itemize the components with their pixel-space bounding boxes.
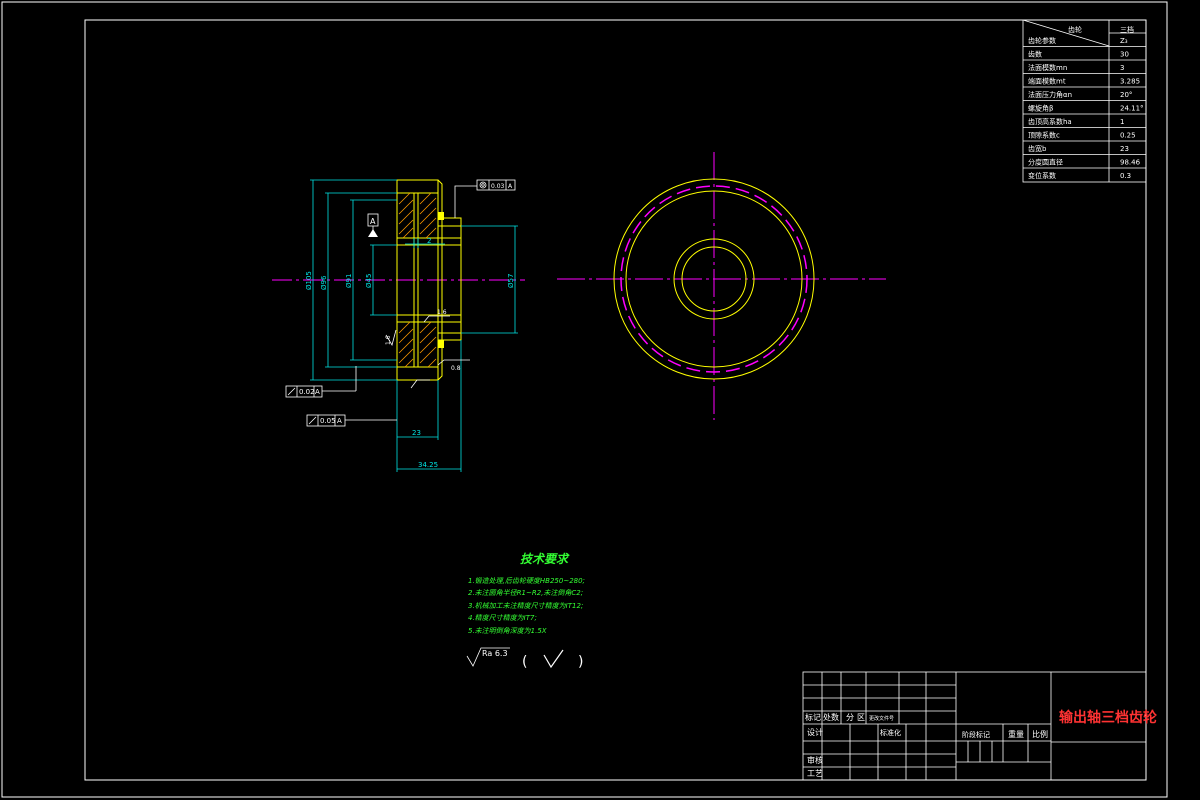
param-value: 1 [1120, 118, 1124, 126]
param-header-right: 三档 [1120, 25, 1134, 34]
section-view: Ø105 Ø96 Ø91 Ø45 Ø57 2 23 34.25 0.03 A A [272, 179, 525, 472]
sheet-border-outer [1, 1, 1168, 798]
tech-line-3: 3.机械加工未注精度尺寸精度为IT12; [468, 602, 583, 610]
front-view [557, 152, 886, 420]
drawing-title: 输出轴三档齿轮 [1059, 709, 1157, 726]
dim-2: 2 [427, 237, 431, 245]
param-label: 变位系数 [1028, 171, 1056, 180]
title-block-labels: 标记 处数 分 区 更改文件号 设计 标准化 审核 工艺 阶段标记 重量 比例 [805, 712, 1048, 778]
dim-23: 23 [412, 429, 421, 437]
tol-runout-2: 0.05 [320, 417, 336, 425]
tol-coaxial: 0.03 [491, 183, 505, 190]
param-label: 法面模数mn [1028, 63, 1067, 72]
param-value: 3 [1120, 64, 1124, 72]
param-label: 端面模数mt [1028, 77, 1066, 86]
title-block [802, 671, 1147, 781]
dim-d96: Ø96 [320, 275, 328, 290]
tech-line-2: 2.未注圆角半径R1~R2,未注倒角C2; [468, 589, 583, 597]
datum-a: A [370, 217, 376, 226]
param-label: 齿轮参数 [1028, 36, 1056, 45]
param-value: 23 [1120, 145, 1129, 153]
tb-standardize: 标准化 [880, 728, 901, 737]
tb-design: 设计 [807, 727, 823, 737]
tech-line-1: 1.锻造处理,后齿轮硬度HB250~280; [468, 577, 585, 585]
tb-zone2: 区 [857, 713, 865, 722]
tb-change-doc: 更改文件号 [869, 715, 894, 722]
param-label: 分度圆直径 [1028, 158, 1063, 167]
tb-process: 工艺 [807, 769, 823, 778]
roughness-mark-3: 1.6 [385, 335, 392, 345]
roughness-general: Ra 6.3 [482, 649, 508, 658]
param-value: 0.3 [1120, 172, 1131, 180]
tb-stage-mark: 阶段标记 [962, 730, 990, 739]
param-header-left: 齿轮 [1068, 25, 1082, 34]
dim-d105: Ø105 [305, 271, 313, 290]
tech-title: 技术要求 [520, 552, 570, 566]
param-label: 螺旋角β [1028, 104, 1053, 113]
tb-review: 审核 [807, 755, 823, 765]
param-label: 齿顶高系数ha [1028, 117, 1072, 126]
tech-line-5: 5.未注明倒角深度为1.5X [468, 627, 547, 635]
dim-34-25: 34.25 [418, 461, 438, 469]
param-value: 0.25 [1120, 132, 1136, 140]
tol-runout-2-datum: A [337, 417, 342, 425]
tech-line-4: 4.精度尺寸精度为IT7; [468, 614, 537, 622]
param-value: 98.46 [1120, 159, 1141, 167]
roughness-mark-2: 0.8 [451, 365, 461, 372]
tb-weight: 重量 [1008, 729, 1024, 739]
param-value: Z₃ [1120, 37, 1128, 45]
tb-count: 处数 [823, 712, 839, 722]
tb-zone: 分 [846, 713, 854, 722]
dim-d45: Ø45 [365, 274, 373, 288]
paren-close: ) [578, 654, 583, 670]
tb-mark: 标记 [805, 712, 821, 722]
param-label: 齿宽b [1028, 144, 1047, 153]
roughness-mark-1: 1.6 [437, 309, 447, 316]
param-value: 24.11° [1120, 105, 1144, 113]
param-label: 齿数 [1028, 50, 1042, 59]
param-value: 20° [1120, 91, 1132, 99]
param-value: 3.285 [1120, 78, 1140, 86]
dim-d57: Ø57 [507, 274, 515, 288]
sheet-border-inner [84, 19, 1147, 781]
param-label: 法面压力角αn [1028, 90, 1072, 99]
dim-d91: Ø91 [345, 274, 353, 288]
tol-runout-1-datum: A [315, 388, 320, 396]
param-value: 30 [1120, 51, 1129, 59]
param-label: 顶隙系数c [1028, 131, 1060, 140]
tol-runout-1: 0.02 [299, 388, 315, 396]
tech-requirements: 技术要求 1.锻造处理,后齿轮硬度HB250~280; 2.未注圆角半径R1~R… [466, 552, 585, 670]
tol-coaxial-datum: A [508, 183, 513, 190]
drawing-canvas: Ø105 Ø96 Ø91 Ø45 Ø57 2 23 34.25 0.03 A A [1, 1, 1168, 798]
tb-scale: 比例 [1032, 729, 1048, 739]
paren-open: ( [522, 654, 527, 670]
